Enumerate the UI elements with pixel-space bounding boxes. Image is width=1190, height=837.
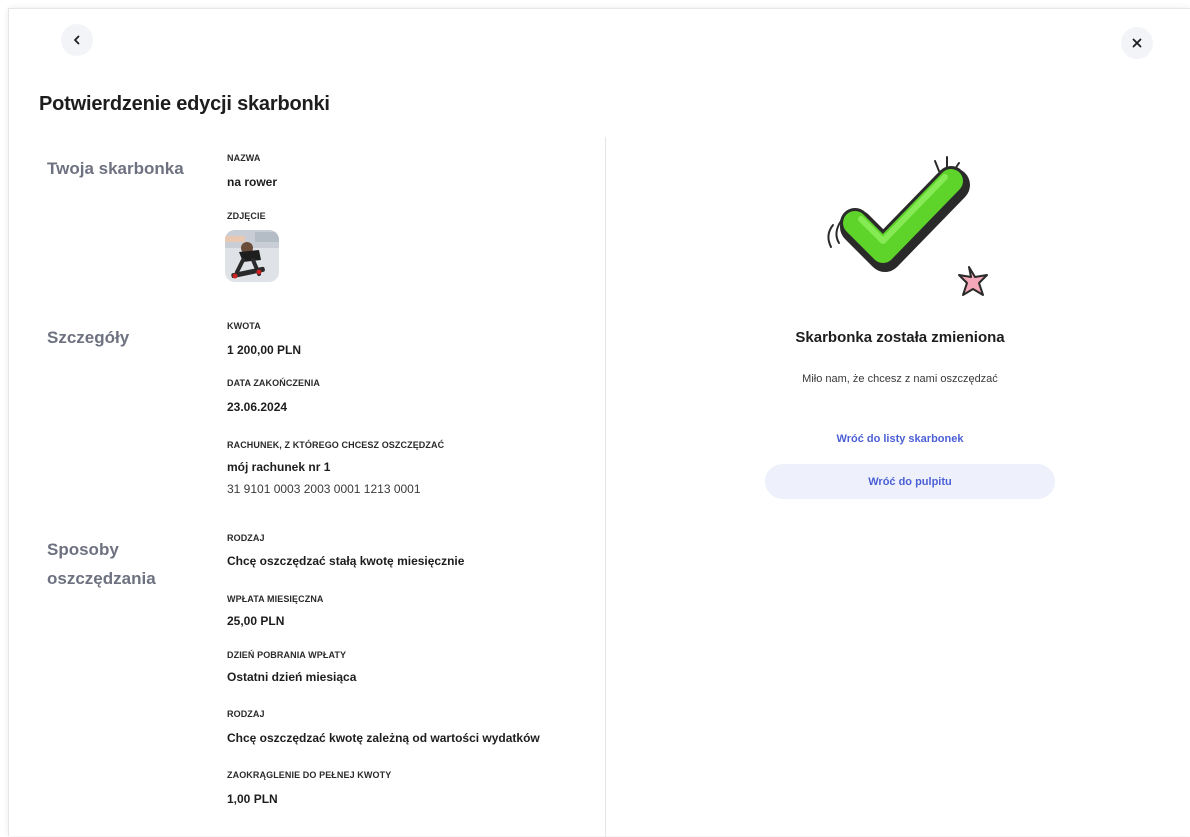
amount-value: 1 200,00 PLN [227,343,302,357]
account-name: mój rachunek nr 1 [227,460,331,474]
photo-label: ZDJĘCIE [227,211,266,221]
day-label: DZIEŃ POBRANIA WPŁATY [227,650,347,660]
day-value: Ostatni dzień miesiąca [227,670,357,684]
success-subtitle: Miło nam, że chcesz z nami oszczędzać [802,373,998,385]
monthly-label: WPŁATA MIESIĘCZNA [227,594,324,604]
section-label-methods-line2: oszczędzania [47,569,156,588]
type2-label: RODZAJ [227,709,265,719]
rounding-label: ZAOKRĄGLENIE DO PEŁNEJ KWOTY [227,770,392,780]
success-title: Skarbonka została zmieniona [795,329,1005,346]
type1-value: Chcę oszczędzać stałą kwotę miesięcznie [227,554,465,568]
back-button[interactable] [61,24,93,56]
back-to-dashboard-button[interactable]: Wróć do pulpitu [765,464,1055,499]
close-button[interactable] [1121,27,1153,59]
page-title: Potwierdzenie edycji skarbonki [39,93,330,115]
section-label-details: Szczegóły [47,328,130,347]
monthly-value: 25,00 PLN [227,614,285,628]
account-number: 31 9101 0003 2003 0001 1213 0001 [227,482,421,496]
chevron-left-icon [72,35,82,45]
checkmark-illustration [805,155,995,305]
section-label-methods-line1: Sposoby [47,540,119,559]
type1-label: RODZAJ [227,533,265,543]
rounding-value: 1,00 PLN [227,792,278,806]
piggy-photo [225,230,279,282]
close-icon [1132,38,1142,48]
name-label: NAZWA [227,153,261,163]
end-date-label: DATA ZAKOŃCZENIA [227,378,320,388]
amount-label: KWOTA [227,321,261,331]
type2-value: Chcę oszczędzać kwotę zależną od wartośc… [227,731,540,745]
name-value: na rower [227,175,278,189]
column-divider [605,137,606,837]
back-to-list-link[interactable]: Wróć do listy skarbonek [609,433,1190,445]
section-label-piggy: Twoja skarbonka [47,159,184,178]
end-date-value: 23.06.2024 [227,400,288,414]
confirmation-panel: Potwierdzenie edycji skarbonki Twoja ska… [8,8,1190,837]
account-label: RACHUNEK, Z KTÓREGO CHCESZ OSZCZĘDZAĆ [227,440,445,450]
